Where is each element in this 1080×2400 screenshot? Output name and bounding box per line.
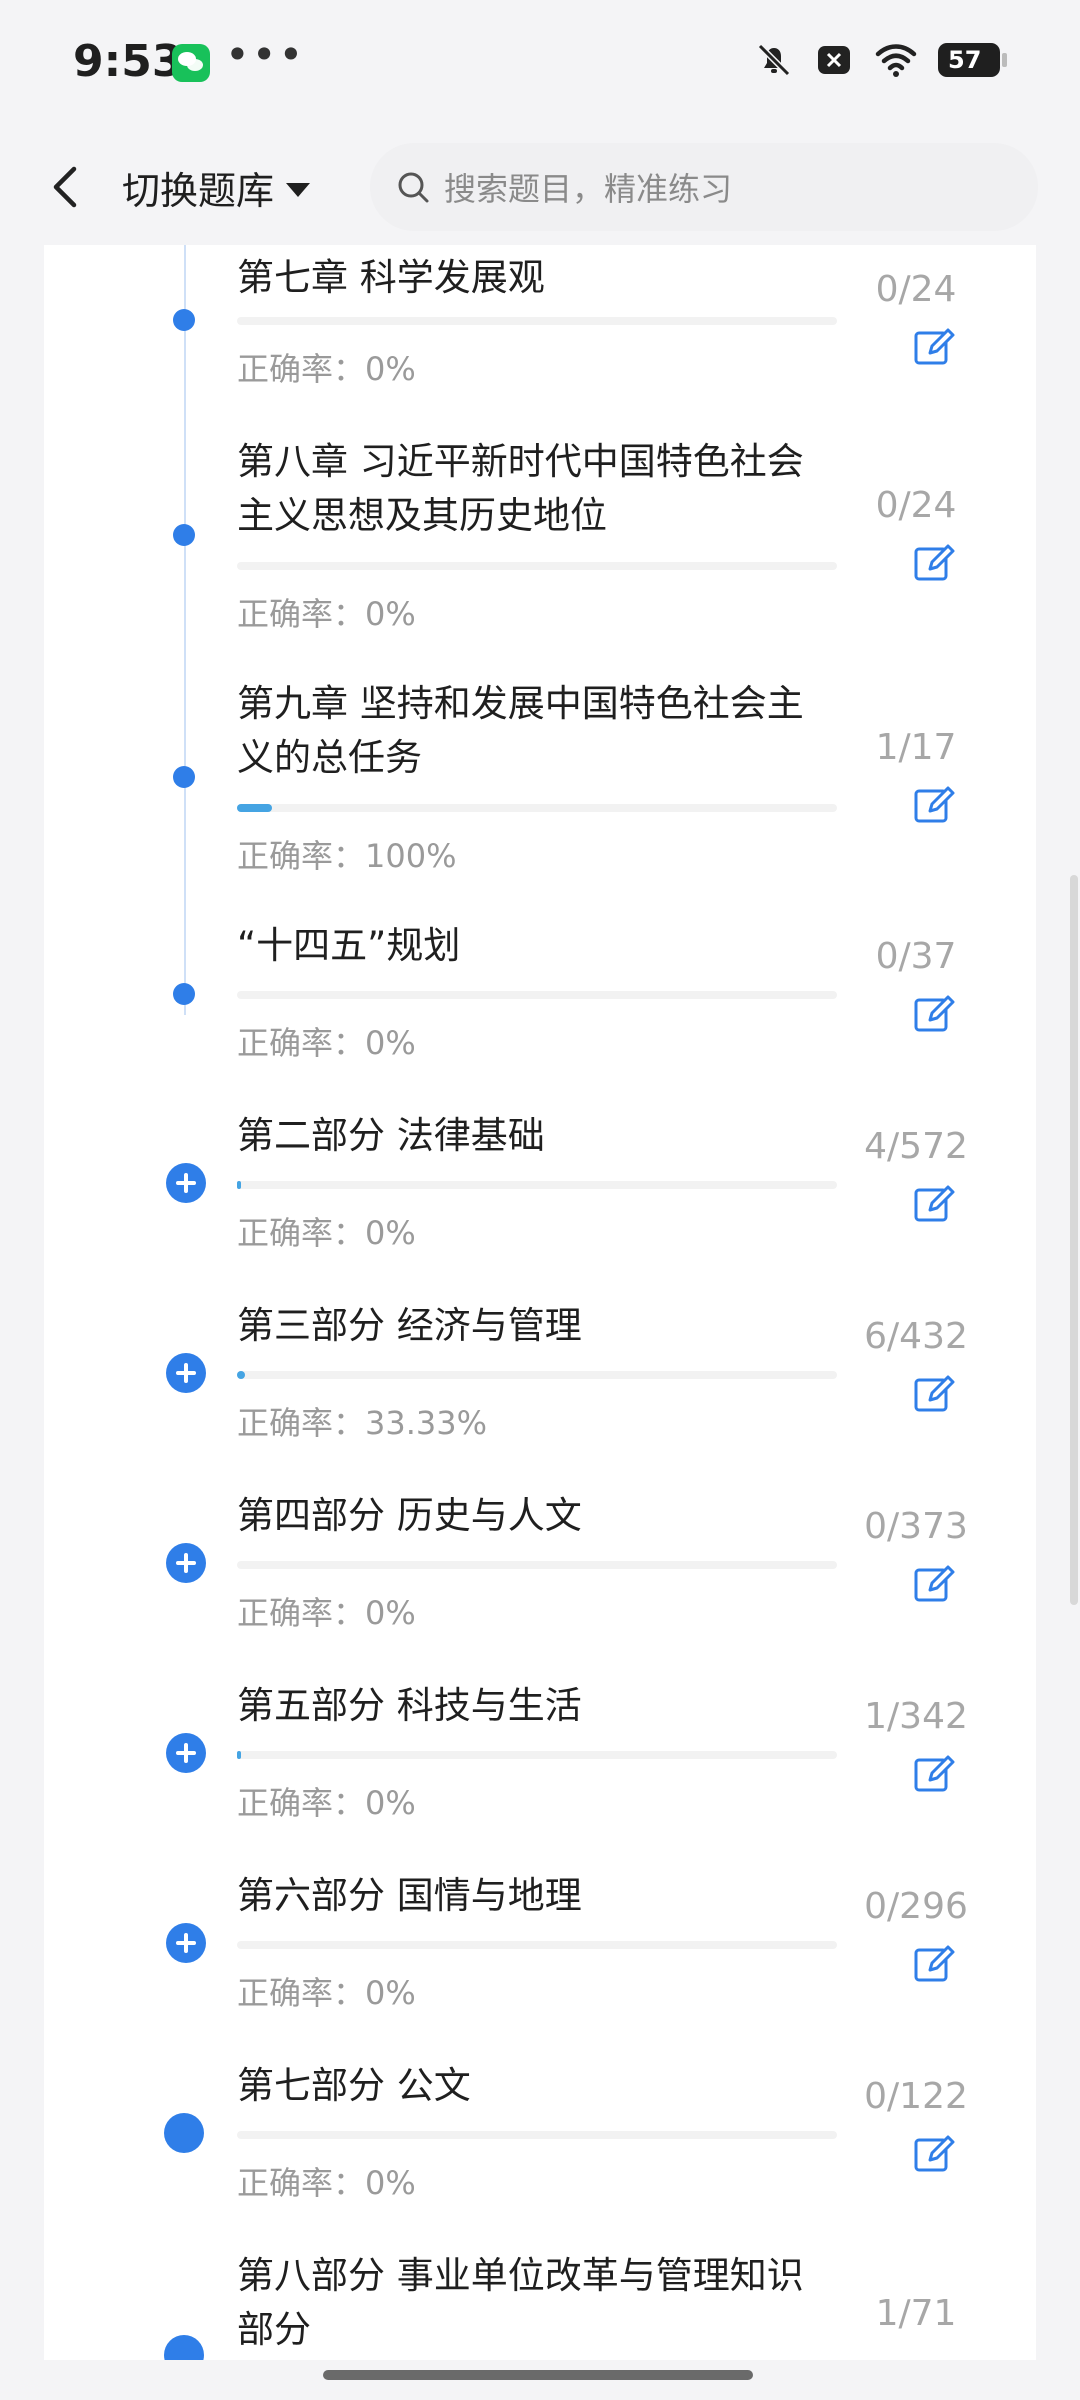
caret-down-icon <box>286 182 311 197</box>
more-notifications-icon: ••• <box>225 30 306 79</box>
node-dot-icon <box>164 2113 204 2153</box>
progress-bar <box>237 1561 837 1569</box>
edit-icon[interactable] <box>912 2132 956 2176</box>
accuracy-label: 正确率：100% <box>237 837 457 875</box>
progress-bar <box>237 1941 837 1949</box>
accuracy-label: 正确率：33.33% <box>237 1404 488 1442</box>
progress-fill <box>237 1181 242 1189</box>
close-box-icon <box>818 46 850 74</box>
progress-count: 0/24 <box>875 485 957 526</box>
edit-icon[interactable] <box>912 1752 956 1796</box>
back-icon[interactable] <box>40 157 90 217</box>
bell-off-icon <box>757 43 791 77</box>
node-dot-icon <box>173 983 195 1005</box>
item-title: 第八章 习近平新时代中国特色社会主义思想及其历史地位 <box>237 440 804 537</box>
accuracy-label: 正确率：0% <box>237 1214 416 1252</box>
progress-fill <box>237 1371 246 1379</box>
edit-icon[interactable] <box>912 1562 956 1606</box>
accuracy-label: 正确率：0% <box>237 1594 416 1632</box>
progress-count: 0/122 <box>864 2076 968 2117</box>
progress-bar <box>237 1371 837 1379</box>
node-dot-icon <box>173 524 195 546</box>
progress-bar <box>237 1181 837 1189</box>
accuracy-label: 正确率：0% <box>237 2164 416 2202</box>
switch-bank-label: 切换题库 <box>122 169 275 213</box>
status-bar: 9:53 ••• 57 <box>0 0 1080 125</box>
edit-icon[interactable] <box>912 1182 956 1226</box>
item-title: 第五部分 科技与生活 <box>237 1684 582 1727</box>
item-title: 第七部分 公文 <box>237 2064 471 2107</box>
accuracy-label: 正确率：0% <box>237 595 416 633</box>
progress-count: 1/342 <box>864 1696 968 1737</box>
edit-icon[interactable] <box>912 1942 956 1986</box>
expand-plus-icon[interactable] <box>166 1543 206 1583</box>
question-bank-list: 第七章 科学发展观 正确率：0% 0/24 第八章 习近平新时代中国特色社会主义… <box>44 245 1036 2360</box>
wifi-icon <box>875 44 917 77</box>
item-title: 第六部分 国情与地理 <box>237 1874 582 1917</box>
progress-count: 4/572 <box>864 1126 968 1167</box>
progress-count: 0/373 <box>864 1506 968 1547</box>
item-title: 第三部分 经济与管理 <box>237 1304 582 1347</box>
progress-bar <box>237 1751 837 1759</box>
progress-bar <box>237 804 837 812</box>
accuracy-label: 正确率：0% <box>237 1784 416 1822</box>
home-indicator[interactable] <box>323 2370 753 2380</box>
edit-icon[interactable] <box>912 1372 956 1416</box>
expand-plus-icon[interactable] <box>166 1163 206 1203</box>
battery-icon: 57 <box>938 43 1007 77</box>
item-title: “十四五”规划 <box>237 924 461 967</box>
switch-bank-button[interactable]: 切换题库 <box>122 160 311 215</box>
item-title: 第八部分 事业单位改革与管理知识部分 <box>237 2254 804 2351</box>
node-dot-icon <box>173 766 195 788</box>
node-dot-icon <box>173 309 195 331</box>
item-title: 第七章 科学发展观 <box>237 256 545 299</box>
progress-bar <box>237 562 837 570</box>
progress-count: 0/37 <box>875 936 957 977</box>
accuracy-label: 正确率：0% <box>237 1024 416 1062</box>
edit-icon[interactable] <box>912 541 956 585</box>
status-icons: 57 <box>754 40 1007 80</box>
item-title: 第二部分 法律基础 <box>237 1114 545 1157</box>
progress-fill <box>237 804 273 812</box>
progress-count: 0/296 <box>864 1886 968 1927</box>
expand-plus-icon[interactable] <box>166 1733 206 1773</box>
timeline-line <box>184 245 186 1015</box>
node-dot-icon <box>164 2335 204 2360</box>
progress-bar <box>237 317 837 325</box>
progress-count: 0/24 <box>875 269 957 310</box>
accuracy-label: 正确率：0% <box>237 350 416 388</box>
top-bar: 切换题库 搜索题目，精准练习 <box>0 125 1080 250</box>
expand-plus-icon[interactable] <box>166 1353 206 1393</box>
accuracy-label: 正确率：0% <box>237 1974 416 2012</box>
progress-fill <box>237 1751 241 1759</box>
search-placeholder: 搜索题目，精准练习 <box>444 170 733 208</box>
progress-count: 1/17 <box>875 727 957 768</box>
search-input[interactable]: 搜索题目，精准练习 <box>370 143 1038 231</box>
progress-count: 1/71 <box>875 2293 957 2334</box>
item-title: 第四部分 历史与人文 <box>237 1494 582 1537</box>
expand-plus-icon[interactable] <box>166 1923 206 1963</box>
wechat-icon <box>172 44 210 82</box>
search-icon <box>398 172 429 203</box>
scrollbar[interactable] <box>1070 875 1078 1605</box>
edit-icon[interactable] <box>912 992 956 1036</box>
progress-bar <box>237 2131 837 2139</box>
edit-icon[interactable] <box>912 325 956 369</box>
progress-count: 6/432 <box>864 1316 968 1357</box>
item-title: 第九章 坚持和发展中国特色社会主义的总任务 <box>237 682 804 779</box>
progress-bar <box>237 991 837 999</box>
clock: 9:53 <box>73 36 183 87</box>
edit-icon[interactable] <box>912 783 956 827</box>
